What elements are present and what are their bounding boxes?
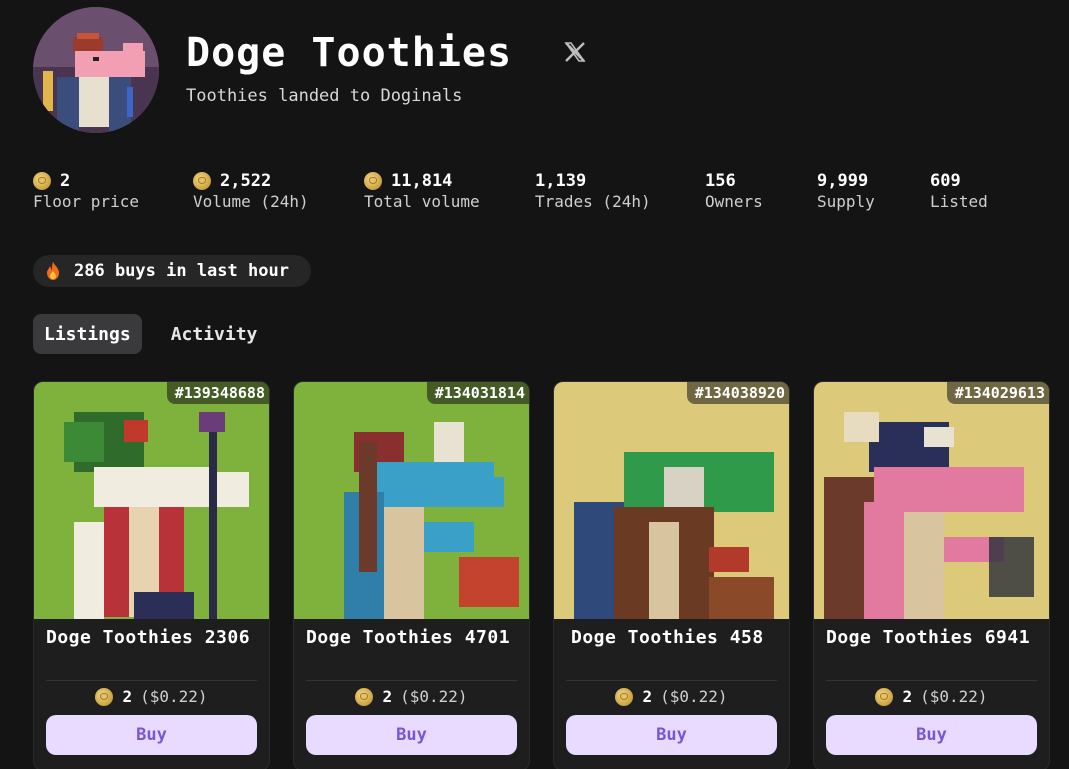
tab-activity[interactable]: Activity <box>160 314 269 354</box>
inscription-number: #139348688 <box>166 382 269 404</box>
nft-image[interactable]: #134038920 <box>554 382 789 619</box>
inscription-number: #134031814 <box>426 382 529 404</box>
tab-bar: Listings Activity <box>33 314 268 354</box>
listing-price: 2 ($0.22) <box>294 687 529 706</box>
buy-button[interactable]: Buy <box>46 715 257 755</box>
collection-title: Doge Toothies <box>186 30 513 76</box>
nft-image[interactable]: #139348688 <box>34 382 269 619</box>
dogecoin-icon <box>355 687 374 706</box>
listing-card[interactable]: #134038920 Doge Toothies 458 2 ($0.22) B… <box>553 381 790 769</box>
buy-button[interactable]: Buy <box>566 715 777 755</box>
buy-button[interactable]: Buy <box>826 715 1037 755</box>
x-twitter-icon[interactable] <box>563 40 587 64</box>
stat-volume-24h: 2,522 Volume (24h) <box>193 171 309 211</box>
recent-buys-badge: 286 buys in last hour <box>33 255 311 287</box>
nft-name: Doge Toothies 6941 <box>826 627 1031 648</box>
dogecoin-icon <box>875 687 894 706</box>
nft-name: Doge Toothies 4701 <box>306 627 511 648</box>
listing-card[interactable]: #139348688 Doge Toothies 2306 2 ($0.22) … <box>33 381 270 769</box>
nft-image[interactable]: #134031814 <box>294 382 529 619</box>
fire-icon <box>47 262 59 280</box>
divider <box>46 680 257 681</box>
dogecoin-icon <box>95 687 114 706</box>
listing-price: 2 ($0.22) <box>554 687 789 706</box>
listing-price: 2 ($0.22) <box>34 687 269 706</box>
collection-subtitle: Toothies landed to Doginals <box>186 86 463 106</box>
inscription-number: #134038920 <box>686 382 789 404</box>
dogecoin-icon <box>615 687 634 706</box>
dogecoin-icon <box>33 172 51 190</box>
recent-buys-text: 286 buys in last hour <box>74 261 289 281</box>
stat-floor-price: 2 Floor price <box>33 171 139 211</box>
stat-listed: 609 Listed <box>930 171 988 211</box>
stat-total-volume: 11,814 Total volume <box>364 171 480 211</box>
nft-name: Doge Toothies 458 <box>571 627 764 648</box>
dogecoin-icon <box>364 172 382 190</box>
inscription-number: #134029613 <box>946 382 1049 404</box>
divider <box>306 680 517 681</box>
buy-button[interactable]: Buy <box>306 715 517 755</box>
stat-supply: 9,999 Supply <box>817 171 875 211</box>
stat-owners: 156 Owners <box>705 171 763 211</box>
dogecoin-icon <box>193 172 211 190</box>
listing-card[interactable]: #134031814 Doge Toothies 4701 2 ($0.22) … <box>293 381 530 769</box>
divider <box>826 680 1037 681</box>
tab-listings[interactable]: Listings <box>33 314 142 354</box>
stat-trades-24h: 1,139 Trades (24h) <box>535 171 651 211</box>
nft-name: Doge Toothies 2306 <box>46 627 251 648</box>
collection-avatar <box>33 7 159 133</box>
listing-card[interactable]: #134029613 Doge Toothies 6941 2 ($0.22) … <box>813 381 1050 769</box>
listing-price: 2 ($0.22) <box>814 687 1049 706</box>
nft-image[interactable]: #134029613 <box>814 382 1049 619</box>
divider <box>566 680 777 681</box>
